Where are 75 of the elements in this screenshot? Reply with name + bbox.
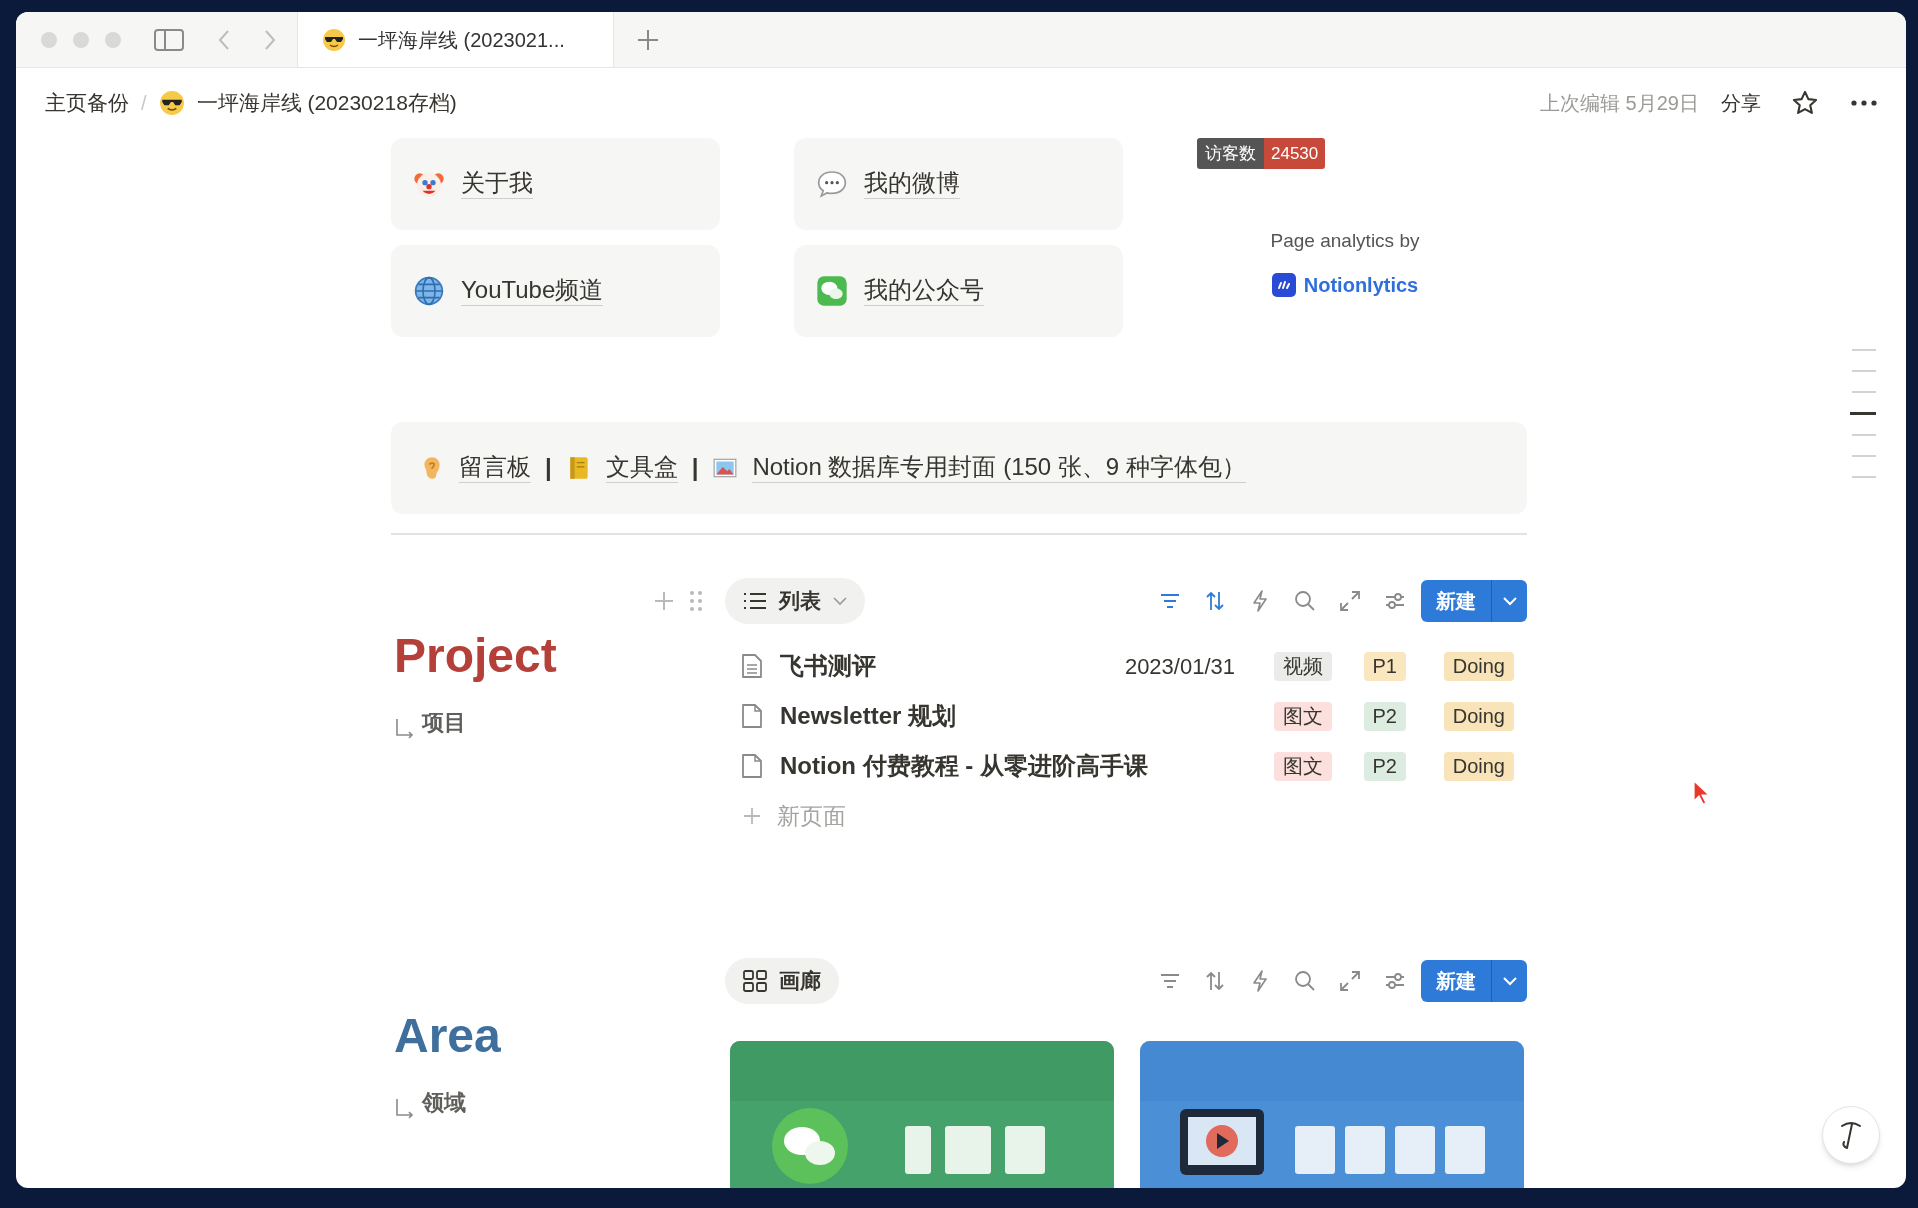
drag-handle-icon[interactable]: [689, 590, 703, 612]
row-title: Newsletter 规划: [780, 701, 958, 731]
status-tag: Doing: [1443, 651, 1514, 681]
cursor-icon: [1692, 780, 1710, 806]
more-options-icon[interactable]: [1851, 100, 1877, 106]
row-title: 飞书测评: [780, 651, 877, 681]
link-card[interactable]: 我的微博: [794, 138, 1123, 230]
list-row[interactable]: Notion 付费教程 - 从零进阶高手课 图文 P2 Doing: [725, 741, 1527, 791]
search-icon[interactable]: [1294, 590, 1316, 612]
help-button[interactable]: [1822, 1106, 1880, 1164]
section-heading: Project: [394, 628, 557, 684]
sort-icon[interactable]: [1204, 590, 1226, 612]
separator-label: |: [691, 453, 699, 483]
priority-tag: P2: [1363, 751, 1406, 781]
expand-icon[interactable]: [1339, 590, 1361, 612]
type-tag: 视频: [1274, 651, 1332, 681]
settings-sliders-icon[interactable]: [1384, 970, 1406, 992]
link-card[interactable]: 我的公众号: [794, 245, 1123, 337]
page-outline[interactable]: [1850, 349, 1876, 478]
subtitle-link[interactable]: 项目: [422, 706, 466, 739]
plus-icon[interactable]: [653, 590, 675, 612]
chat-app-icon: [816, 275, 848, 307]
document-icon: [741, 653, 763, 679]
subtitle-link[interactable]: 领域: [422, 1086, 466, 1119]
type-tag: 图文: [1274, 701, 1332, 731]
last-edited-text: 上次编辑 5月29日: [1540, 91, 1699, 116]
link-card[interactable]: YouTube频道: [391, 245, 720, 337]
date-text: 2023/01/31: [1124, 652, 1235, 681]
globe-icon: [413, 275, 445, 307]
link-card[interactable]: 关于我: [391, 138, 720, 230]
share-button[interactable]: 分享: [1721, 88, 1761, 118]
chevron-down-icon: [1502, 596, 1517, 606]
star-icon[interactable]: [1791, 89, 1819, 117]
grid-icon: [743, 970, 767, 992]
plus-icon[interactable]: [636, 27, 660, 52]
corner-arrow-icon: [394, 717, 416, 739]
help-icon: [1838, 1120, 1864, 1150]
sunglasses-face-icon: [322, 27, 346, 52]
blank-page-icon: [741, 703, 763, 729]
section-heading: Area: [394, 1008, 501, 1064]
callout-link[interactable]: Notion 数据库专用封面 (150 张、9 种字体包）: [752, 453, 1246, 483]
analytics-link[interactable]: Notionlytics: [1271, 269, 1419, 300]
breadcrumb-link[interactable]: 主页备份: [45, 87, 129, 119]
view-tab[interactable]: 画廊: [725, 958, 839, 1004]
list-row[interactable]: 飞书测评 2023/01/31 视频 P1 Doing: [725, 641, 1527, 691]
sidebar-toggle-icon[interactable]: [154, 27, 184, 52]
corner-arrow-icon: [394, 1097, 416, 1119]
list-row[interactable]: Newsletter 规划 图文 P2 Doing: [725, 691, 1527, 741]
type-tag: 图文: [1274, 751, 1332, 781]
breadcrumb-separator: /: [141, 91, 147, 116]
separator-label: |: [545, 453, 552, 483]
settings-sliders-icon[interactable]: [1384, 590, 1406, 612]
list-icon: [743, 591, 767, 611]
plus-icon: [743, 807, 761, 825]
callout-link[interactable]: 留言板: [459, 453, 531, 483]
expand-icon[interactable]: [1339, 970, 1361, 992]
row-title: Notion 付费教程 - 从零进阶高手课: [780, 751, 1149, 781]
status-tag: Doing: [1443, 701, 1514, 731]
breadcrumb-link[interactable]: 一坪海岸线 (20230218存档): [158, 87, 457, 119]
chevron-down-icon: [833, 596, 847, 606]
sunglasses-face-icon: [158, 90, 185, 116]
browser-tab[interactable]: 一坪海岸线 (2023021...: [297, 12, 614, 67]
status-tag: Doing: [1443, 751, 1514, 781]
speech-bubble-icon: [816, 168, 848, 200]
sort-icon[interactable]: [1204, 970, 1226, 992]
search-icon[interactable]: [1294, 970, 1316, 992]
blank-page-icon: [741, 753, 763, 779]
analytics-caption: Page analytics by: [1270, 229, 1420, 253]
chart-logo-icon: [1271, 272, 1296, 297]
priority-tag: P2: [1363, 701, 1406, 731]
priority-tag: P1: [1363, 651, 1406, 681]
tab-title: 一坪海岸线 (2023021...: [358, 27, 565, 53]
callout-link[interactable]: 文具盒: [605, 453, 678, 483]
view-tab[interactable]: 列表: [725, 578, 865, 624]
chevron-down-icon: [1502, 976, 1517, 986]
